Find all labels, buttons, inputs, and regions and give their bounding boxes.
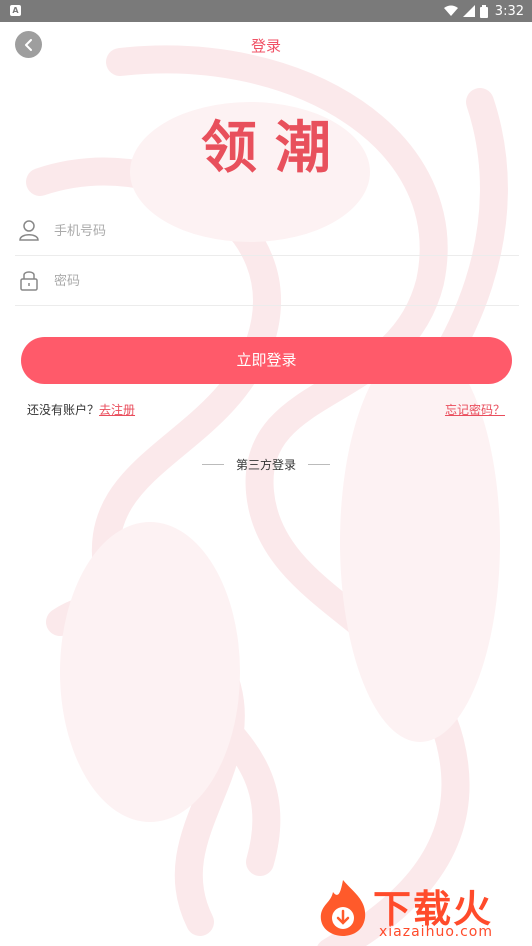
status-bar: A 3:32 <box>0 0 532 22</box>
forgot-password-link[interactable]: 忘记密码？ <box>445 403 505 417</box>
watermark-site: xiazaihuo.com <box>379 924 493 940</box>
forgot-password-container: 忘记密码？ <box>445 401 505 418</box>
divider-line-right <box>308 464 330 465</box>
phone-input[interactable] <box>52 216 496 246</box>
watermark: 下载火 xiazaihuo.com <box>313 876 528 942</box>
no-account-text: 还没有账户？ <box>27 403 100 417</box>
battery-icon <box>479 4 488 18</box>
user-icon <box>19 220 39 241</box>
signal-icon <box>462 5 475 17</box>
lock-icon <box>20 271 38 291</box>
wifi-icon <box>443 5 458 16</box>
login-button[interactable]: 立即登录 <box>21 337 512 384</box>
phone-field <box>15 206 519 256</box>
third-party-login-label: 第三方登录 <box>235 458 296 472</box>
header: 登录 <box>0 22 532 68</box>
password-input[interactable] <box>52 266 496 296</box>
register-link[interactable]: 去注册 <box>99 403 135 417</box>
page-title: 登录 <box>250 37 281 55</box>
app-notification-icon: A <box>10 5 21 16</box>
status-time: 3:32 <box>494 3 524 19</box>
third-party-login-divider: 第三方登录 <box>0 456 532 473</box>
password-field <box>15 256 519 306</box>
signup-prompt: 还没有账户？去注册 <box>27 401 135 418</box>
divider-line-left <box>201 464 224 465</box>
flame-icon <box>320 880 366 936</box>
app-logo: 领潮 <box>201 116 349 181</box>
